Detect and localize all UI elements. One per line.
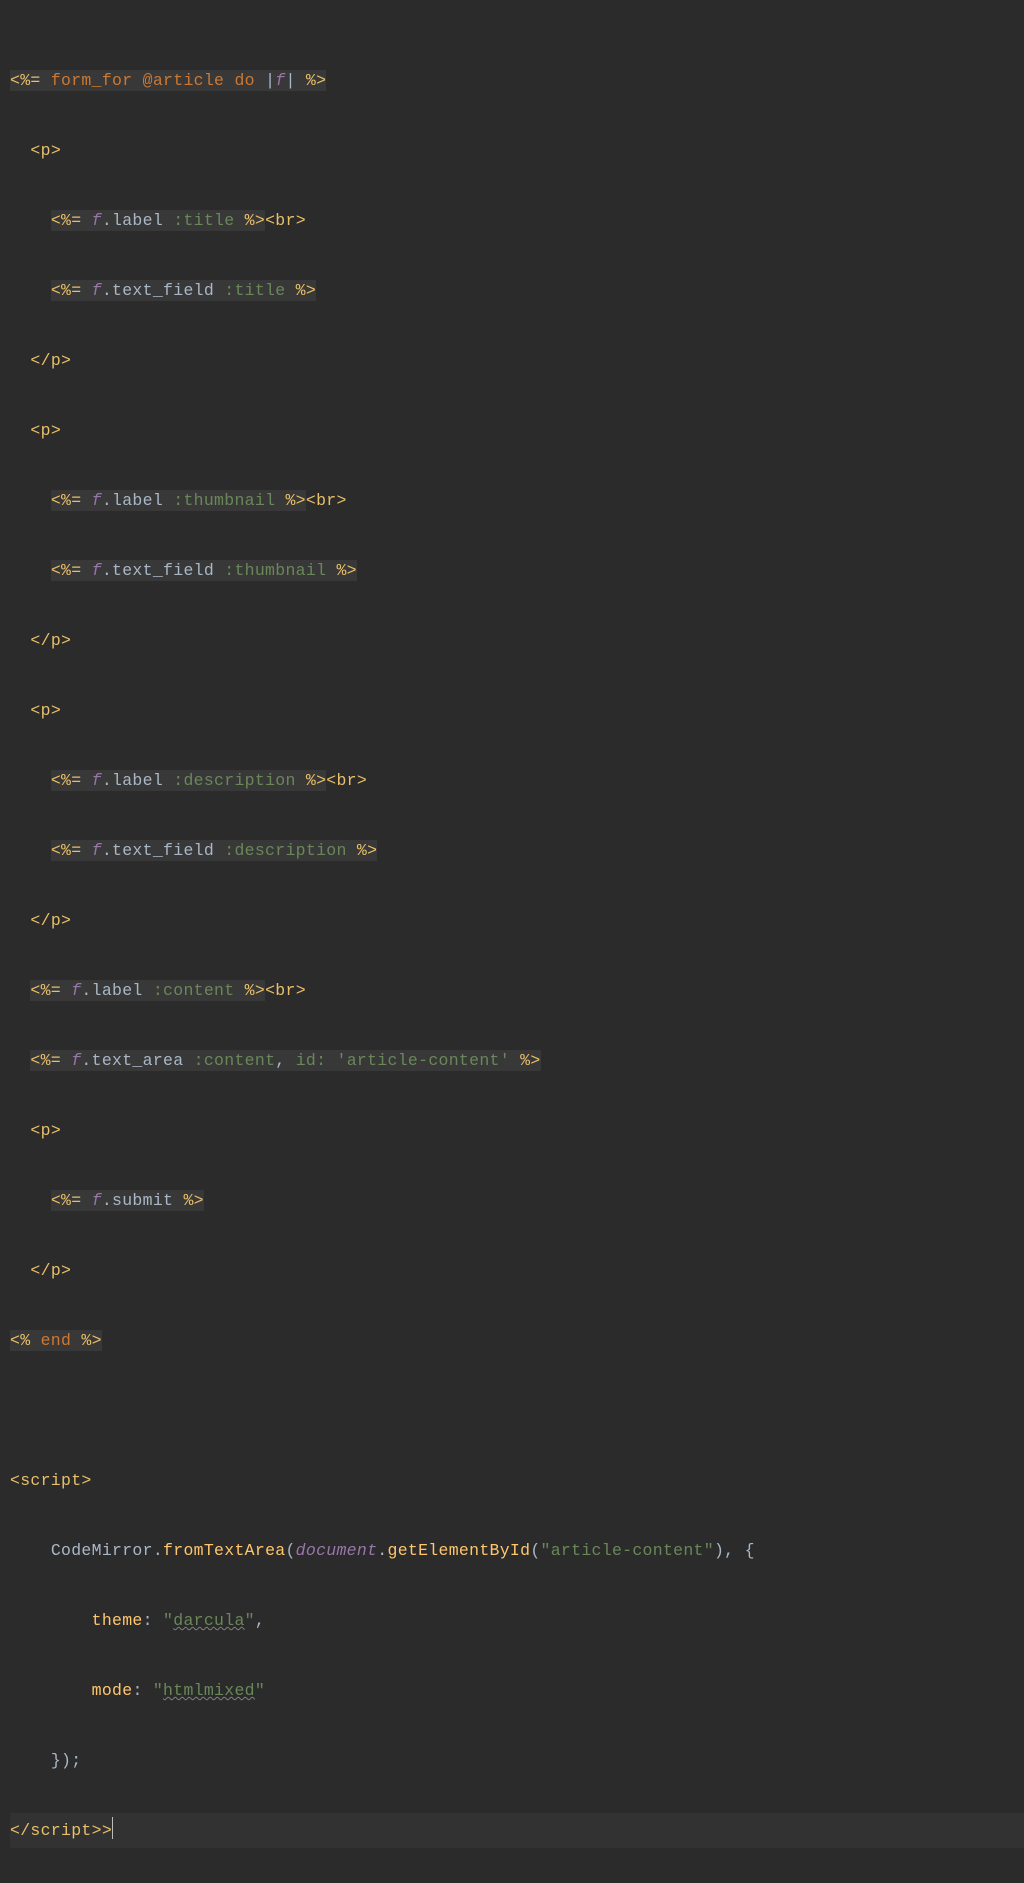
code-line[interactable]: </p> [10,623,755,658]
code-line[interactable]: <%= f.text_field :thumbnail %> [10,553,755,588]
code-line[interactable]: <p> [10,133,755,168]
code-line[interactable]: <%= f.label :thumbnail %><br> [10,483,755,518]
code-line[interactable]: </script>> [10,1813,755,1848]
code-line[interactable]: <p> [10,1113,755,1148]
code-line[interactable] [10,1393,755,1428]
code-line[interactable]: </p> [10,343,755,378]
code-line[interactable]: <script> [10,1463,755,1498]
code-line[interactable]: <%= f.text_field :title %> [10,273,755,308]
code-line[interactable]: <p> [10,693,755,728]
code-line[interactable]: <%= f.text_area :content, id: 'article-c… [10,1043,755,1078]
code-line[interactable]: <%= f.label :content %><br> [10,973,755,1008]
code-line[interactable]: <%= f.text_field :description %> [10,833,755,868]
code-line[interactable]: CodeMirror.fromTextArea(document.getElem… [10,1533,755,1568]
code-line[interactable]: theme: "darcula", [10,1603,755,1638]
code-line[interactable]: </p> [10,1253,755,1288]
code-line[interactable]: <% end %> [10,1323,755,1358]
text-cursor [112,1817,113,1839]
code-line[interactable]: <p> [10,413,755,448]
code-line[interactable]: <%= f.label :title %><br> [10,203,755,238]
code-line[interactable]: </p> [10,903,755,938]
code-line[interactable]: <%= form_for @article do |f| %> [10,63,755,98]
code-line[interactable]: <%= f.label :description %><br> [10,763,755,798]
code-line[interactable]: }); [10,1743,755,1778]
code-line[interactable]: mode: "htmlmixed" [10,1673,755,1708]
code-editor[interactable]: <%= form_for @article do |f| %> <p> <%= … [10,28,755,1883]
editor-gutter [0,0,10,952]
code-line[interactable]: <%= f.submit %> [10,1183,755,1218]
